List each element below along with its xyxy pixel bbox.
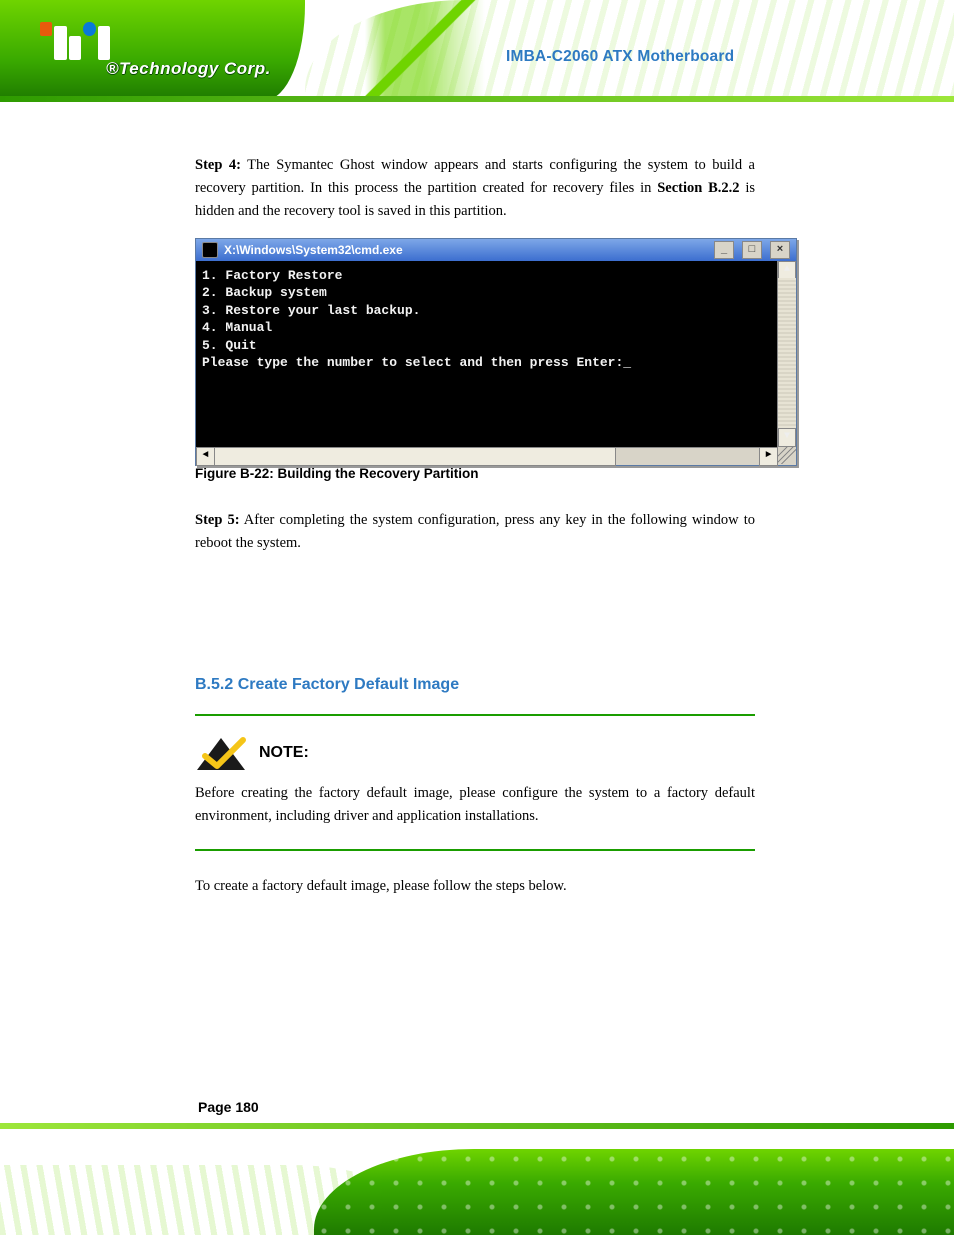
cmd-title-text: X:\Windows\System32\cmd.exe: [224, 243, 403, 257]
cmd-app-icon: [202, 242, 218, 258]
figure-caption: Figure B-22: Building the Recovery Parti…: [195, 466, 755, 481]
cmd-prompt-line[interactable]: Please type the number to select and the…: [202, 355, 631, 370]
cmd-line: 5. Quit: [202, 338, 257, 353]
step-4-label: Step 4:: [195, 157, 241, 173]
scroll-left-icon[interactable]: ◄: [196, 447, 215, 466]
scroll-thumb[interactable]: [214, 447, 616, 466]
cmd-titlebar: X:\Windows\System32\cmd.exe _ □ ×: [196, 239, 796, 261]
cmd-window: X:\Windows\System32\cmd.exe _ □ × 1. Fac…: [195, 238, 797, 466]
cmd-output: 1. Factory Restore 2. Backup system 3. R…: [202, 267, 790, 372]
section-heading: B.5.2 Create Factory Default Image: [195, 675, 755, 694]
step-5-paragraph: Step 5: After completing the system conf…: [195, 509, 755, 555]
note-body: Before creating the factory default imag…: [195, 782, 755, 828]
page-number: Page 180: [198, 1099, 259, 1115]
step-5-text: After completing the system configuratio…: [195, 512, 755, 551]
cmd-line: 3. Restore your last backup.: [202, 303, 420, 318]
main-content: Step 4: The Symantec Ghost window appear…: [195, 154, 755, 912]
brand-text: ®Technology Corp.: [106, 60, 271, 77]
step-5-label: Step 5:: [195, 512, 240, 528]
cmd-screenshot: X:\Windows\System32\cmd.exe _ □ × 1. Fac…: [195, 238, 795, 466]
bottom-pcb: [314, 1149, 954, 1235]
cmd-line: 4. Manual: [202, 320, 272, 335]
cmd-body: 1. Factory Restore 2. Backup system 3. R…: [196, 261, 796, 447]
cmd-line: 1. Factory Restore: [202, 268, 342, 283]
note-block: NOTE:: [195, 736, 755, 772]
maximize-button[interactable]: □: [742, 241, 762, 259]
resize-grip-icon[interactable]: [778, 447, 796, 464]
doc-title: IMBA-C2060 ATX Motherboard: [506, 48, 886, 67]
note-checkmark-icon: [195, 736, 247, 772]
vertical-scrollbar[interactable]: ▲ ▼: [777, 261, 796, 447]
step-4-paragraph: Step 4: The Symantec Ghost window appear…: [195, 154, 755, 224]
close-button[interactable]: ×: [770, 241, 790, 259]
scroll-track[interactable]: [778, 278, 796, 430]
intro-paragraph: To create a factory default image, pleas…: [195, 875, 755, 898]
scroll-right-icon[interactable]: ►: [759, 447, 778, 466]
cmd-line: 2. Backup system: [202, 285, 327, 300]
banner-divider: [0, 96, 954, 102]
minimize-button[interactable]: _: [714, 241, 734, 259]
bottom-banner: [0, 1123, 954, 1235]
step-4-section-ref: Section B.2.2: [657, 180, 739, 196]
note-divider-top: [195, 714, 755, 716]
bottom-divider: [0, 1123, 954, 1129]
note-title: NOTE:: [259, 744, 309, 762]
iei-logo-icon: [40, 22, 110, 60]
scroll-down-icon[interactable]: ▼: [778, 428, 796, 447]
note-divider-bottom: [195, 849, 755, 851]
horizontal-scrollbar[interactable]: ◄ ►: [196, 447, 796, 465]
